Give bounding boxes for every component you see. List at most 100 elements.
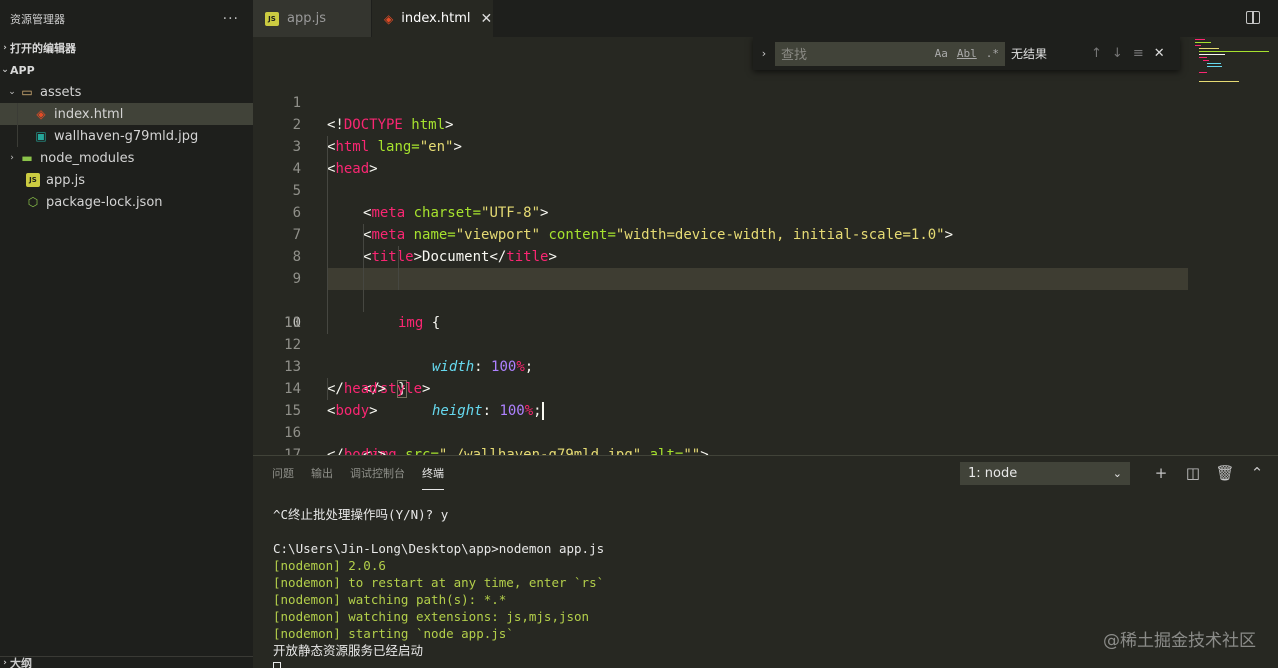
tab-problems[interactable]: 问题	[272, 464, 294, 490]
tree-file-app-js[interactable]: JS app.js	[0, 169, 253, 191]
text-cursor	[541, 402, 544, 420]
tab-debug-console[interactable]: 调试控制台	[350, 464, 405, 490]
split-terminal-icon[interactable]: ◫	[1177, 462, 1209, 484]
code-line: 11 }	[253, 290, 408, 398]
terminal-output[interactable]: ^C终止批处理操作吗(Y/N)? y C:\Users\Jin-Long\Des…	[273, 506, 604, 668]
close-icon[interactable]: ✕	[481, 11, 493, 27]
token: </	[327, 447, 344, 455]
minimap-line	[1199, 48, 1219, 49]
tab-index-html[interactable]: ◈ index.html ✕	[372, 0, 493, 37]
toggle-replace-icon[interactable]: ›	[753, 47, 775, 60]
code-line: 16 </body>	[253, 400, 386, 455]
token: head	[335, 161, 370, 177]
watermark: @稀土掘金技术社区	[1103, 631, 1256, 651]
tree-label: node_modules	[40, 150, 135, 166]
indent-guide	[363, 290, 364, 312]
line-text: <head>	[327, 158, 378, 180]
tab-terminal[interactable]: 终端	[422, 464, 444, 490]
token: DOCTYPE	[343, 117, 403, 133]
find-input[interactable]: 查找 Aa Abl .*	[775, 41, 1005, 66]
tree-folder-node-modules[interactable]: › ▬ node_modules	[0, 147, 253, 169]
app-root-section[interactable]: ⌄ APP	[0, 59, 253, 81]
tree-file-package-lock[interactable]: ⬡ package-lock.json	[0, 191, 253, 213]
token: head	[343, 381, 378, 397]
line-number: 17	[284, 447, 301, 455]
next-match-icon[interactable]: ↓	[1112, 46, 1123, 61]
token: img	[398, 315, 424, 331]
close-icon[interactable]: ✕	[1154, 46, 1165, 61]
trash-icon[interactable]: 🗑	[1209, 462, 1241, 484]
token: meta	[371, 227, 406, 243]
token: >	[540, 205, 549, 221]
token: charset=	[405, 205, 482, 221]
code-line: 5 <meta name="viewport" content="width=d…	[253, 158, 953, 243]
terminal-line: [nodemon] to restart at any time, enter …	[273, 575, 605, 590]
line-text: <meta name="viewport" content="width=dev…	[363, 224, 953, 246]
minimap-line	[1199, 57, 1207, 58]
terminal-line: ^C终止批处理操作吗(Y/N)? y	[273, 507, 449, 522]
token: src=	[396, 447, 439, 455]
indent-guide	[363, 268, 364, 290]
token: >	[453, 139, 462, 155]
code-line: 4 <meta charset="UTF-8">	[253, 136, 548, 221]
explorer-sidebar: 资源管理器 ··· › 打开的编辑器 ⌄ APP ⌄ ▭ assets ◈ in…	[0, 0, 253, 668]
code-editor[interactable]: › 查找 Aa Abl .* 无结果 ↑ ↓ ≡ ✕ 1 <!DOCTYPE h…	[253, 37, 1278, 455]
tab-output[interactable]: 输出	[311, 464, 333, 490]
tree-file-wallhaven-jpg[interactable]: ▣ wallhaven-g79mld.jpg	[0, 125, 253, 147]
previous-match-icon[interactable]: ↑	[1091, 46, 1102, 61]
find-result: 无结果	[1011, 47, 1048, 61]
token: html	[335, 139, 370, 155]
indent-guide	[17, 125, 18, 147]
line-text: <title>Document</title>	[363, 246, 557, 268]
tab-label: app.js	[287, 11, 326, 26]
tree-file-index-html[interactable]: ◈ index.html	[0, 103, 253, 125]
code-line: 3 <head>	[253, 114, 378, 177]
token: >	[377, 447, 387, 455]
token: >	[548, 249, 557, 265]
token: height	[432, 403, 483, 419]
token: alt=	[641, 447, 684, 455]
indent-guide	[17, 103, 18, 125]
terminal-line: [nodemon] watching path(s): *.*	[273, 592, 507, 607]
editor-tabs: JS app.js ◈ index.html ✕	[253, 0, 1278, 37]
token: <!	[327, 117, 344, 133]
open-editors-section[interactable]: › 打开的编辑器	[0, 37, 253, 59]
find-in-selection-icon[interactable]: ≡	[1133, 46, 1144, 61]
outline-section[interactable]: › 大纲	[0, 656, 253, 668]
minimap-line	[1199, 51, 1269, 52]
regex-icon[interactable]: .*	[986, 47, 999, 60]
token: "width=device-width, initial-scale=1.0"	[615, 227, 945, 243]
new-terminal-icon[interactable]: +	[1145, 462, 1177, 484]
more-actions-icon[interactable]: ···	[223, 11, 239, 27]
code-line: 15 <img src="./wallhaven-g79mld.jpg" alt…	[253, 378, 709, 455]
code-lines: 1 <!DOCTYPE html> 2 <html lang="en"> 3 <…	[253, 70, 1188, 455]
terminal-select[interactable]: 1: node ⌄	[960, 462, 1130, 485]
whole-word-icon[interactable]: Abl	[957, 47, 977, 60]
token: name=	[405, 227, 456, 243]
terminal-line: [nodemon] watching extensions: js,mjs,js…	[273, 609, 590, 624]
indent-guide	[398, 246, 399, 268]
indent-guide	[327, 246, 328, 268]
split-editor-icon[interactable]	[1246, 11, 1260, 24]
line-text: <meta charset="UTF-8">	[363, 202, 548, 224]
code-line: 6 <title>Document</title>	[253, 180, 557, 265]
token: lang=	[369, 139, 420, 155]
minimap[interactable]	[1193, 37, 1278, 87]
minimap-line	[1207, 66, 1222, 67]
token: %	[516, 359, 525, 375]
close-icon[interactable]: ✕	[1273, 462, 1278, 484]
find-placeholder: 查找	[781, 48, 808, 63]
match-case-icon[interactable]: Aa	[935, 47, 948, 60]
token: ;	[524, 359, 534, 375]
chevron-down-icon: ⌄	[8, 87, 16, 97]
link-token[interactable]: ./wallhaven-g79mld.jpg	[447, 447, 632, 455]
tab-app-js[interactable]: JS app.js	[253, 0, 371, 37]
folder-open-icon: ▭	[21, 85, 33, 99]
line-text: height: 100%;	[432, 400, 544, 422]
html5-icon: ◈	[384, 11, 394, 26]
code-line: 9 width: 100%;	[253, 246, 533, 375]
html5-icon: ◈	[36, 107, 46, 121]
tree-folder-assets[interactable]: ⌄ ▭ assets	[0, 81, 253, 103]
maximize-panel-icon[interactable]: ⌃	[1241, 462, 1273, 484]
